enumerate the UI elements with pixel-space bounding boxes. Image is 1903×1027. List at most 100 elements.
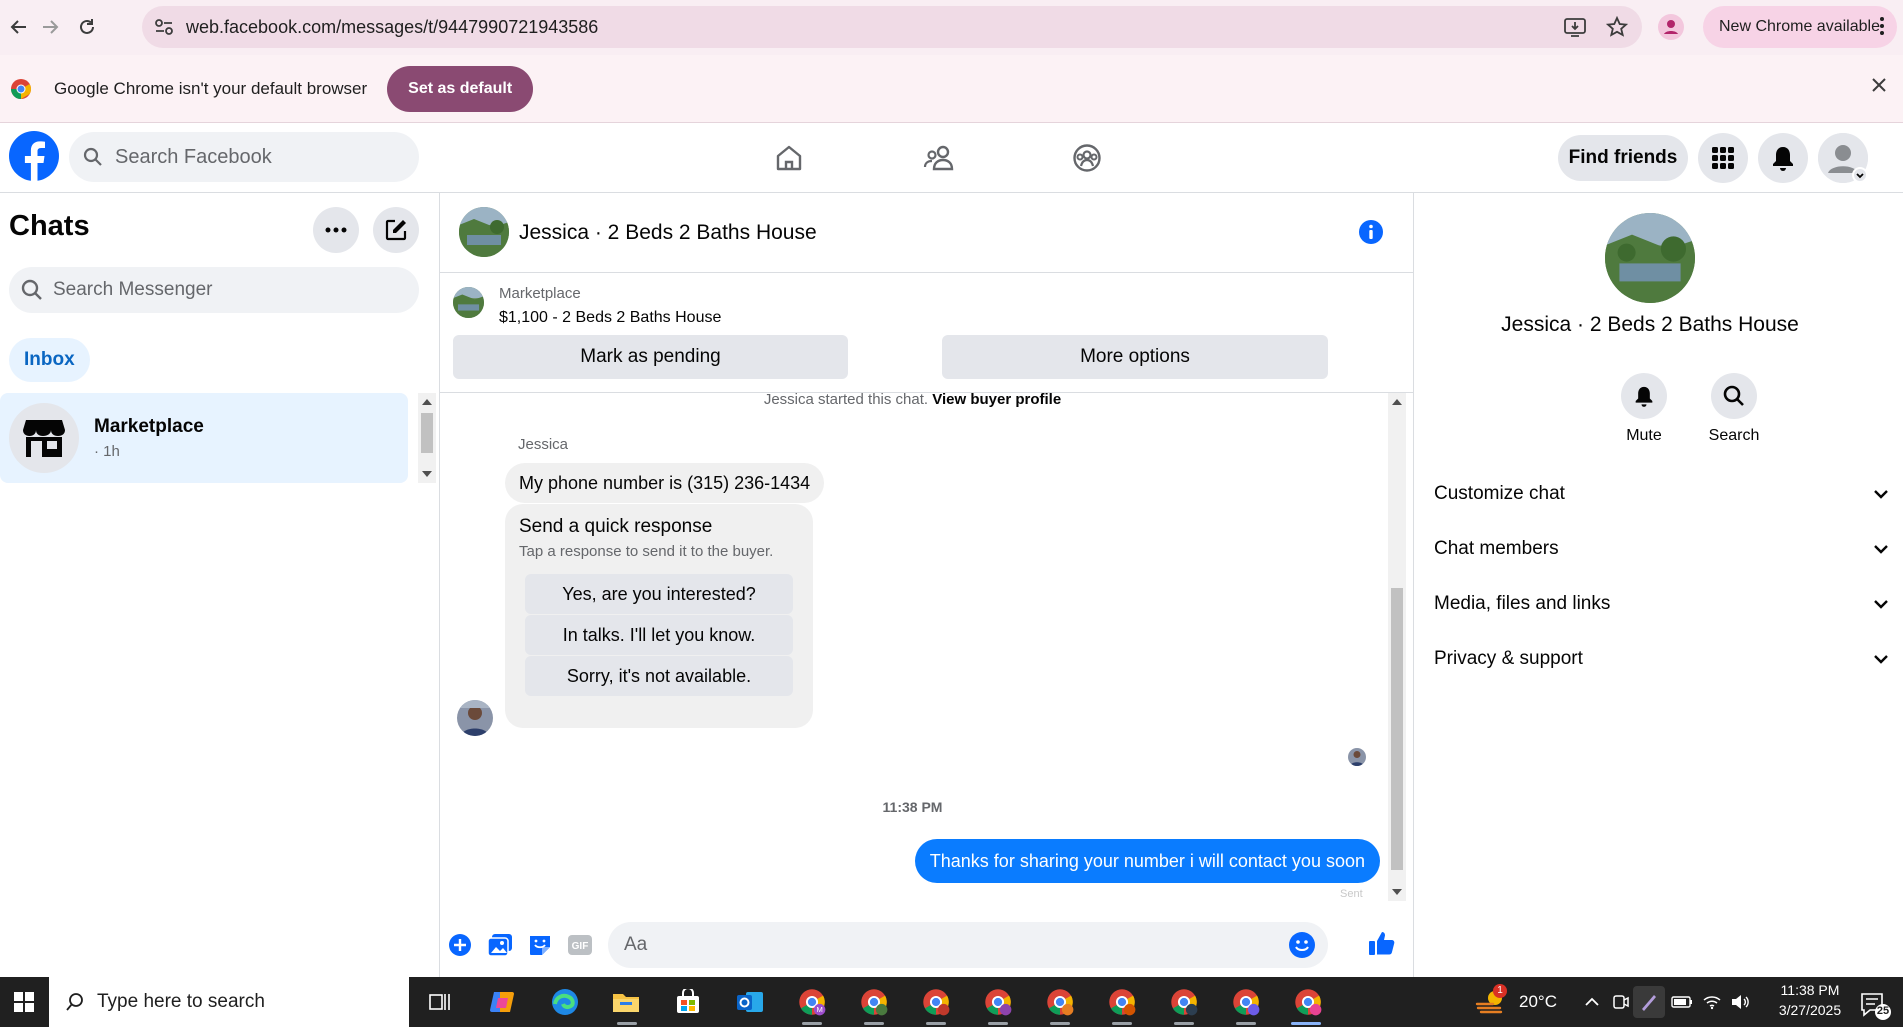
chrome-profile-icon[interactable] bbox=[1106, 986, 1138, 1018]
chrome-profile-icon[interactable] bbox=[1168, 986, 1200, 1018]
chrome-profile-icon[interactable] bbox=[858, 986, 890, 1018]
mute-button[interactable]: Mute bbox=[1604, 373, 1684, 445]
section-media-files-links[interactable]: Media, files and links bbox=[1434, 584, 1889, 624]
file-explorer-icon[interactable] bbox=[610, 986, 642, 1018]
chat-list-scrollbar[interactable] bbox=[418, 393, 436, 483]
new-chrome-available-button[interactable]: New Chrome available bbox=[1703, 6, 1897, 48]
messenger-search-input[interactable]: Search Messenger bbox=[9, 267, 419, 313]
chrome-profile-icon[interactable] bbox=[920, 986, 952, 1018]
quick-response-button[interactable]: In talks. I'll let you know. bbox=[525, 615, 793, 655]
new-chrome-label: New Chrome available bbox=[1719, 18, 1880, 35]
quick-response-subtitle: Tap a response to send it to the buyer. bbox=[519, 543, 774, 560]
scroll-up-icon[interactable] bbox=[422, 399, 432, 405]
groups-nav-button[interactable] bbox=[1064, 135, 1110, 181]
chrome-profile-icon[interactable] bbox=[1292, 986, 1324, 1018]
home-nav-button[interactable] bbox=[766, 135, 812, 181]
svg-text:M: M bbox=[816, 1005, 822, 1014]
reload-button[interactable] bbox=[68, 8, 106, 46]
scroll-down-icon[interactable] bbox=[422, 471, 432, 477]
find-friends-button[interactable]: Find friends bbox=[1558, 135, 1688, 181]
address-bar[interactable]: web.facebook.com/messages/t/944799072194… bbox=[142, 6, 1642, 48]
chat-options-button[interactable] bbox=[313, 207, 359, 253]
section-privacy-support[interactable]: Privacy & support bbox=[1434, 639, 1889, 679]
edge-browser-icon[interactable] bbox=[549, 986, 581, 1018]
scroll-thumb[interactable] bbox=[1391, 588, 1403, 870]
conversation-avatar[interactable] bbox=[459, 207, 509, 257]
notifications-button[interactable] bbox=[1758, 133, 1808, 183]
friends-nav-button[interactable] bbox=[916, 135, 962, 181]
volume-icon[interactable] bbox=[1724, 986, 1756, 1018]
message-input-placeholder: Aa bbox=[624, 934, 648, 955]
scroll-up-icon[interactable] bbox=[1392, 399, 1402, 405]
weather-widget[interactable]: 1 20°C bbox=[1475, 977, 1557, 1027]
more-options-button[interactable]: More options bbox=[942, 335, 1328, 379]
plus-circle-icon[interactable] bbox=[446, 931, 474, 959]
gif-icon[interactable]: GIF bbox=[566, 931, 594, 959]
url-text[interactable]: web.facebook.com/messages/t/944799072194… bbox=[186, 17, 598, 38]
close-icon[interactable] bbox=[1871, 77, 1887, 93]
info-icon[interactable] bbox=[1358, 219, 1384, 245]
listing-thumbnail[interactable] bbox=[453, 287, 484, 318]
outgoing-message-bubble[interactable]: Thanks for sharing your number i will co… bbox=[914, 839, 1380, 883]
chrome-profile-icon[interactable] bbox=[1230, 986, 1262, 1018]
taskbar-search-input[interactable]: Type here to search bbox=[49, 977, 409, 1027]
home-icon bbox=[776, 145, 802, 171]
listing-title[interactable]: $1,100 - 2 Beds 2 Baths House bbox=[499, 309, 721, 327]
section-chat-members[interactable]: Chat members bbox=[1434, 529, 1889, 569]
quick-response-button[interactable]: Sorry, it's not available. bbox=[525, 656, 793, 696]
photo-icon[interactable] bbox=[486, 931, 514, 959]
chevron-up-icon[interactable] bbox=[1576, 986, 1608, 1018]
scroll-down-icon[interactable] bbox=[1392, 889, 1402, 895]
section-customize-chat[interactable]: Customize chat bbox=[1434, 474, 1889, 514]
chrome-profile-icon[interactable]: M bbox=[796, 986, 828, 1018]
quick-response-button[interactable]: Yes, are you interested? bbox=[525, 574, 793, 614]
conversation-item-marketplace[interactable]: Marketplace · 1h bbox=[0, 393, 408, 483]
message-input[interactable]: Aa bbox=[608, 922, 1328, 968]
facebook-logo-icon[interactable] bbox=[9, 131, 59, 181]
menu-button[interactable] bbox=[1698, 133, 1748, 183]
bell-icon bbox=[1773, 147, 1793, 171]
section-label: Chat members bbox=[1434, 538, 1559, 559]
thumbs-up-icon[interactable] bbox=[1368, 929, 1396, 957]
incoming-message-bubble[interactable]: My phone number is (315) 236-1434 bbox=[505, 463, 825, 503]
profile-avatar-icon[interactable] bbox=[1656, 12, 1686, 42]
new-message-button[interactable] bbox=[373, 207, 419, 253]
active-indicator bbox=[864, 1022, 884, 1025]
scroll-thumb[interactable] bbox=[421, 413, 433, 453]
tab-inbox[interactable]: Inbox bbox=[9, 338, 90, 382]
facebook-search-input[interactable]: Search Facebook bbox=[69, 132, 419, 182]
conversation-view: Jessica · 2 Beds 2 Baths House Marketpla… bbox=[440, 193, 1414, 977]
conversation-info-panel: Jessica · 2 Beds 2 Baths House Mute Sear… bbox=[1414, 193, 1903, 977]
copilot-icon[interactable] bbox=[486, 986, 518, 1018]
active-indicator bbox=[988, 1022, 1008, 1025]
mark-as-pending-button[interactable]: Mark as pending bbox=[453, 335, 848, 379]
task-view-icon[interactable] bbox=[424, 986, 456, 1018]
forward-button[interactable] bbox=[31, 8, 69, 46]
sender-avatar[interactable] bbox=[457, 700, 493, 736]
chats-title: Chats bbox=[9, 210, 90, 242]
emoji-icon[interactable] bbox=[1288, 931, 1316, 959]
battery-icon[interactable] bbox=[1666, 986, 1698, 1018]
sticker-icon[interactable] bbox=[526, 931, 554, 959]
outlook-icon[interactable] bbox=[734, 986, 766, 1018]
marketplace-store-icon bbox=[9, 403, 79, 473]
site-settings-icon[interactable] bbox=[154, 18, 174, 36]
messages-scrollbar[interactable] bbox=[1388, 393, 1406, 901]
chrome-profile-icon[interactable] bbox=[1044, 986, 1076, 1018]
system-clock[interactable]: 11:38 PM 3/27/2025 bbox=[1760, 980, 1860, 1020]
chrome-profile-icon[interactable] bbox=[982, 986, 1014, 1018]
conversation-avatar-large[interactable] bbox=[1605, 213, 1695, 303]
search-in-conversation-button[interactable]: Search bbox=[1694, 373, 1774, 445]
set-default-button[interactable]: Set as default bbox=[387, 65, 534, 112]
avatar bbox=[1818, 133, 1868, 183]
microsoft-store-icon[interactable] bbox=[672, 986, 704, 1018]
view-buyer-profile-link[interactable]: View buyer profile bbox=[932, 391, 1061, 408]
start-button[interactable] bbox=[0, 977, 48, 1027]
active-indicator bbox=[1050, 1022, 1070, 1025]
notification-center-button[interactable]: 25 bbox=[1856, 986, 1892, 1022]
install-app-icon[interactable] bbox=[1564, 17, 1586, 37]
conversation-title[interactable]: Jessica · 2 Beds 2 Baths House bbox=[519, 221, 817, 245]
bookmark-star-icon[interactable] bbox=[1606, 16, 1628, 38]
pen-menu-icon[interactable] bbox=[1633, 986, 1665, 1018]
account-button[interactable] bbox=[1818, 133, 1868, 183]
